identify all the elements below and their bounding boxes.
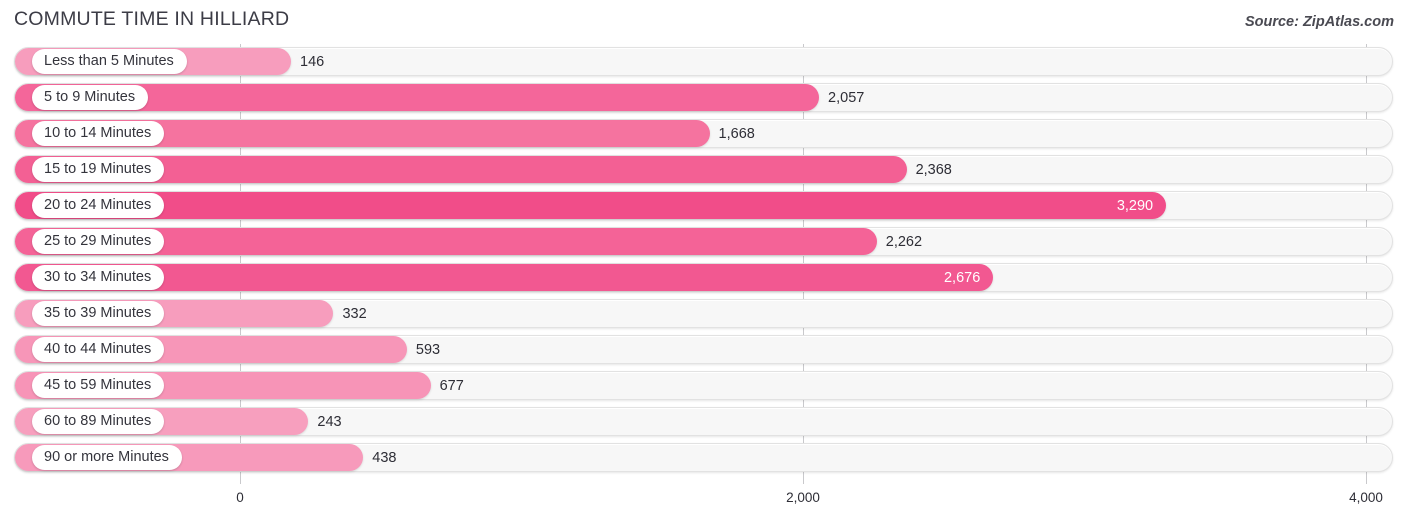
bar-category-text: Less than 5 Minutes — [44, 53, 174, 70]
bar-value-label: 3,290 — [1116, 198, 1154, 214]
bar-category-label: Less than 5 Minutes — [32, 49, 187, 74]
bar-category-label: 45 to 59 Minutes — [32, 373, 165, 398]
bar-value-label: 677 — [439, 378, 464, 394]
bar-category-label: 40 to 44 Minutes — [32, 337, 165, 362]
page-title: COMMUTE TIME IN HILLIARD — [14, 8, 290, 30]
bar-category-text: 30 to 34 Minutes — [44, 269, 152, 286]
bar-category-label: 10 to 14 Minutes — [32, 121, 165, 146]
bar-row[interactable]: 60 to 89 Minutes 243 — [0, 404, 1406, 440]
chart-header: COMMUTE TIME IN HILLIARD Source: ZipAtla… — [0, 0, 1406, 44]
bar-value-label: 243 — [317, 414, 342, 430]
bar-category-label: 60 to 89 Minutes — [32, 409, 165, 434]
bar-category-text: 5 to 9 Minutes — [44, 89, 136, 106]
bar-row[interactable]: 90 or more Minutes 438 — [0, 440, 1406, 476]
bar-value-label: 593 — [415, 342, 441, 358]
bar-value-label: 438 — [372, 450, 397, 466]
bar-row[interactable]: 20 to 24 Minutes 3,290 — [0, 188, 1406, 224]
bar-category-label: 90 or more Minutes — [32, 445, 182, 470]
bar-value-label: 146 — [300, 54, 325, 70]
bar-category-text: 60 to 89 Minutes — [44, 413, 152, 430]
bar-value-label: 332 — [342, 306, 367, 322]
bar-category-label: 30 to 34 Minutes — [32, 265, 165, 290]
bar-category-text: 45 to 59 Minutes — [44, 377, 152, 394]
x-axis: 0 2,000 4,000 — [0, 484, 1406, 522]
bar-category-text: 20 to 24 Minutes — [44, 197, 152, 214]
chart-page: COMMUTE TIME IN HILLIARD Source: ZipAtla… — [0, 0, 1406, 522]
bar-value-label: 2,262 — [885, 234, 923, 250]
bar-row[interactable]: Less than 5 Minutes 146 — [0, 44, 1406, 80]
bar-category-text: 10 to 14 Minutes — [44, 125, 152, 142]
bar-category-text: 25 to 29 Minutes — [44, 233, 152, 250]
bar-category-label: 20 to 24 Minutes — [32, 193, 165, 218]
bar-category-label: 25 to 29 Minutes — [32, 229, 165, 254]
bar-row[interactable]: 25 to 29 Minutes 2,262 — [0, 224, 1406, 260]
bar-value-label: 2,676 — [943, 270, 981, 286]
bar-fill[interactable] — [15, 192, 1167, 219]
bar-value-label: 2,057 — [828, 90, 865, 106]
bar-category-label: 35 to 39 Minutes — [32, 301, 165, 326]
bar-row[interactable]: 30 to 34 Minutes 2,676 — [0, 260, 1406, 296]
bar-category-text: 90 or more Minutes — [44, 449, 169, 466]
bar-row[interactable]: 10 to 14 Minutes 1,668 — [0, 116, 1406, 152]
bar-category-text: 40 to 44 Minutes — [44, 341, 152, 358]
bar-value-label: 1,668 — [718, 126, 755, 142]
bar-category-text: 35 to 39 Minutes — [44, 305, 152, 322]
bar-row[interactable]: 35 to 39 Minutes 332 — [0, 296, 1406, 332]
bar-value-label: 2,368 — [915, 162, 952, 178]
bar-category-label: 5 to 9 Minutes — [32, 85, 149, 110]
bar-row[interactable]: 15 to 19 Minutes 2,368 — [0, 152, 1406, 188]
plot-area: Less than 5 Minutes 146 5 to 9 Minutes 2,05… — [0, 44, 1406, 484]
bar-category-label: 15 to 19 Minutes — [32, 157, 165, 182]
x-tick-label: 0 — [236, 490, 244, 505]
source-attribution: Source: ZipAtlas.com — [1244, 14, 1394, 30]
x-tick-label: 4,000 — [1349, 490, 1383, 505]
bar-row[interactable]: 5 to 9 Minutes 2,057 — [0, 80, 1406, 116]
bar-rows: Less than 5 Minutes 146 5 to 9 Minutes 2,05… — [0, 44, 1406, 476]
bar-category-text: 15 to 19 Minutes — [44, 161, 152, 178]
bar-row[interactable]: 40 to 44 Minutes 593 — [0, 332, 1406, 368]
bar-row[interactable]: 45 to 59 Minutes 677 — [0, 368, 1406, 404]
x-tick-label: 2,000 — [786, 490, 820, 505]
